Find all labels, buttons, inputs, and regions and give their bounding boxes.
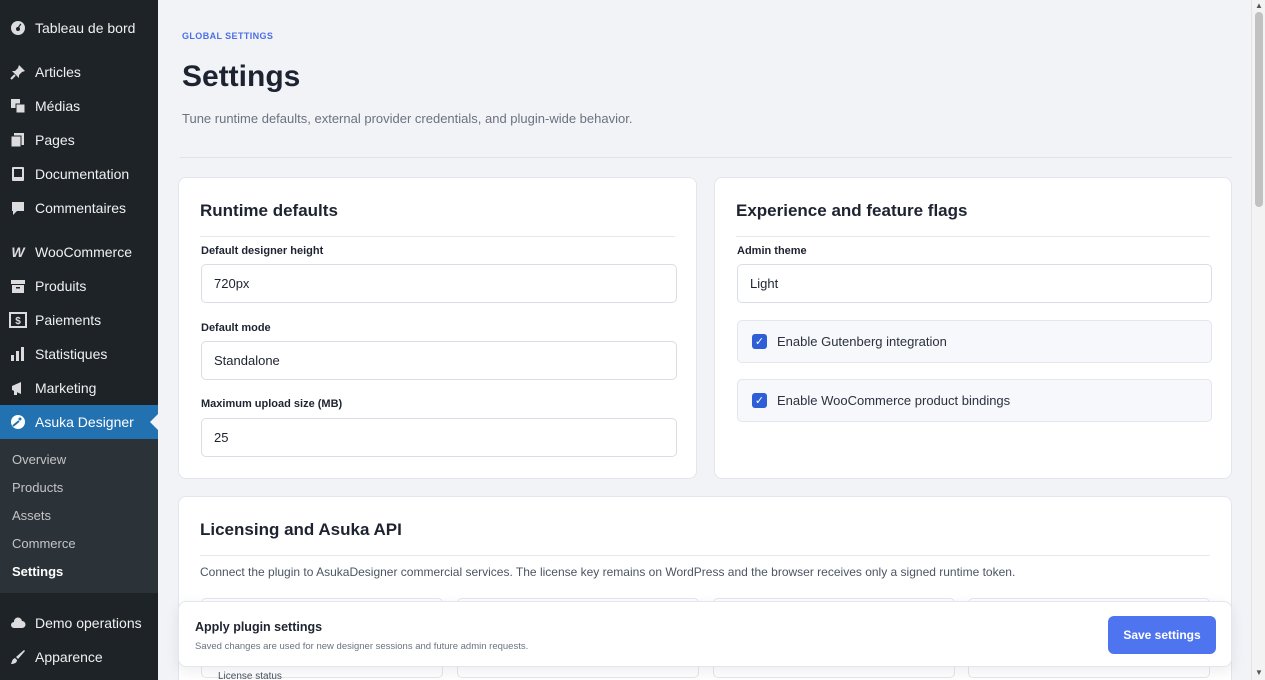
pin-icon: [9, 63, 27, 81]
runtime-defaults-card: Runtime defaults Default designer height…: [178, 177, 697, 479]
submenu-assets[interactable]: Assets: [0, 501, 158, 529]
asuka-submenu: Overview Products Assets Commerce Settin…: [0, 439, 158, 593]
menu-item-marketing[interactable]: Marketing: [0, 371, 158, 405]
svg-text:$: $: [15, 316, 21, 327]
menu-item-dashboard[interactable]: Tableau de bord: [0, 11, 158, 45]
menu-label: Apparence: [35, 649, 103, 665]
comment-icon: [9, 199, 27, 217]
menu-label: WooCommerce: [35, 244, 132, 260]
checkbox-checked-icon[interactable]: ✓: [752, 393, 767, 408]
card-title: Licensing and Asuka API: [200, 520, 402, 539]
apply-description: Saved changes are used for new designer …: [195, 641, 529, 652]
submenu-products[interactable]: Products: [0, 473, 158, 501]
palette-icon: [9, 413, 27, 431]
upload-size-label: Maximum upload size (MB): [201, 398, 343, 410]
page-scrollbar[interactable]: ▲ ▼: [1251, 0, 1265, 680]
menu-label: Marketing: [35, 380, 97, 396]
menu-label: Paiements: [35, 312, 102, 328]
woocommerce-bindings-label: Enable WooCommerce product bindings: [777, 393, 1011, 408]
admin-theme-input[interactable]: Light: [737, 264, 1212, 303]
gutenberg-label: Enable Gutenberg integration: [777, 334, 947, 349]
menu-item-documentation[interactable]: Documentation: [0, 157, 158, 191]
menu-label: Asuka Designer: [35, 414, 134, 430]
media-icon: [9, 97, 27, 115]
menu-item-commentaires[interactable]: Commentaires: [0, 191, 158, 225]
checkbox-checked-icon[interactable]: ✓: [752, 334, 767, 349]
menu-item-articles[interactable]: Articles: [0, 55, 158, 89]
default-mode-input[interactable]: Standalone: [201, 341, 677, 380]
page-eyebrow: GLOBAL SETTINGS: [182, 31, 274, 41]
scrollbar-thumb[interactable]: [1255, 12, 1263, 207]
main-content: GLOBAL SETTINGS Settings Tune runtime de…: [158, 0, 1251, 680]
designer-height-input[interactable]: 720px: [201, 264, 677, 303]
admin-sidebar: Tableau de bord Articles Médias Pages Do…: [0, 0, 158, 680]
menu-item-produits[interactable]: Produits: [0, 269, 158, 303]
gutenberg-toggle[interactable]: ✓ Enable Gutenberg integration: [737, 320, 1212, 363]
chart-bar-icon: [9, 345, 27, 363]
page-subtitle: Tune runtime defaults, external provider…: [182, 111, 633, 126]
menu-label: Tableau de bord: [35, 20, 136, 36]
menu-label: Pages: [35, 132, 75, 148]
licensing-description: Connect the plugin to AsukaDesigner comm…: [200, 565, 1016, 579]
menu-item-medias[interactable]: Médias: [0, 89, 158, 123]
apply-settings-bar: Apply plugin settings Saved changes are …: [178, 601, 1232, 667]
book-icon: [9, 165, 27, 183]
submenu-commerce[interactable]: Commerce: [0, 529, 158, 557]
menu-item-pages[interactable]: Pages: [0, 123, 158, 157]
designer-height-label: Default designer height: [201, 245, 324, 257]
menu-item-asuka-designer[interactable]: Asuka Designer: [0, 405, 158, 439]
upload-size-input[interactable]: 25: [201, 418, 677, 457]
menu-label: Statistiques: [35, 346, 108, 362]
card-divider: [736, 236, 1210, 237]
apply-title: Apply plugin settings: [195, 620, 323, 634]
menu-label: Demo operations: [35, 615, 142, 631]
megaphone-icon: [9, 379, 27, 397]
archive-icon: [9, 277, 27, 295]
card-title: Runtime defaults: [200, 201, 338, 220]
header-divider: [180, 157, 1232, 158]
pages-icon: [9, 131, 27, 149]
woo-icon: W: [11, 244, 25, 260]
menu-item-woocommerce[interactable]: W WooCommerce: [0, 235, 158, 269]
menu-label: Produits: [35, 278, 87, 294]
submenu-overview[interactable]: Overview: [0, 445, 158, 473]
page-title: Settings: [182, 60, 301, 93]
save-settings-button[interactable]: Save settings: [1108, 616, 1216, 654]
menu-item-statistiques[interactable]: Statistiques: [0, 337, 158, 371]
menu-item-demo-operations[interactable]: Demo operations: [0, 606, 158, 640]
brush-icon: [9, 648, 27, 666]
dollar-icon: $: [9, 311, 27, 329]
license-status-label: License status: [218, 671, 282, 680]
scroll-up-icon[interactable]: ▲: [1255, 2, 1263, 10]
default-mode-label: Default mode: [201, 322, 271, 334]
experience-flags-card: Experience and feature flags Admin theme…: [714, 177, 1232, 479]
scroll-down-icon[interactable]: ▼: [1255, 669, 1263, 677]
card-title: Experience and feature flags: [736, 201, 968, 220]
menu-label: Documentation: [35, 166, 130, 182]
dashboard-icon: [9, 19, 27, 37]
admin-theme-label: Admin theme: [737, 245, 807, 257]
menu-label: Médias: [35, 98, 81, 114]
woocommerce-bindings-toggle[interactable]: ✓ Enable WooCommerce product bindings: [737, 379, 1212, 422]
card-divider: [200, 555, 1210, 556]
card-divider: [200, 236, 675, 237]
menu-item-apparence[interactable]: Apparence: [0, 640, 158, 674]
menu-label: Articles: [35, 64, 81, 80]
submenu-settings[interactable]: Settings: [0, 557, 158, 585]
menu-label: Commentaires: [35, 200, 127, 216]
cloud-icon: [9, 614, 27, 632]
menu-item-paiements[interactable]: $ Paiements: [0, 303, 158, 337]
